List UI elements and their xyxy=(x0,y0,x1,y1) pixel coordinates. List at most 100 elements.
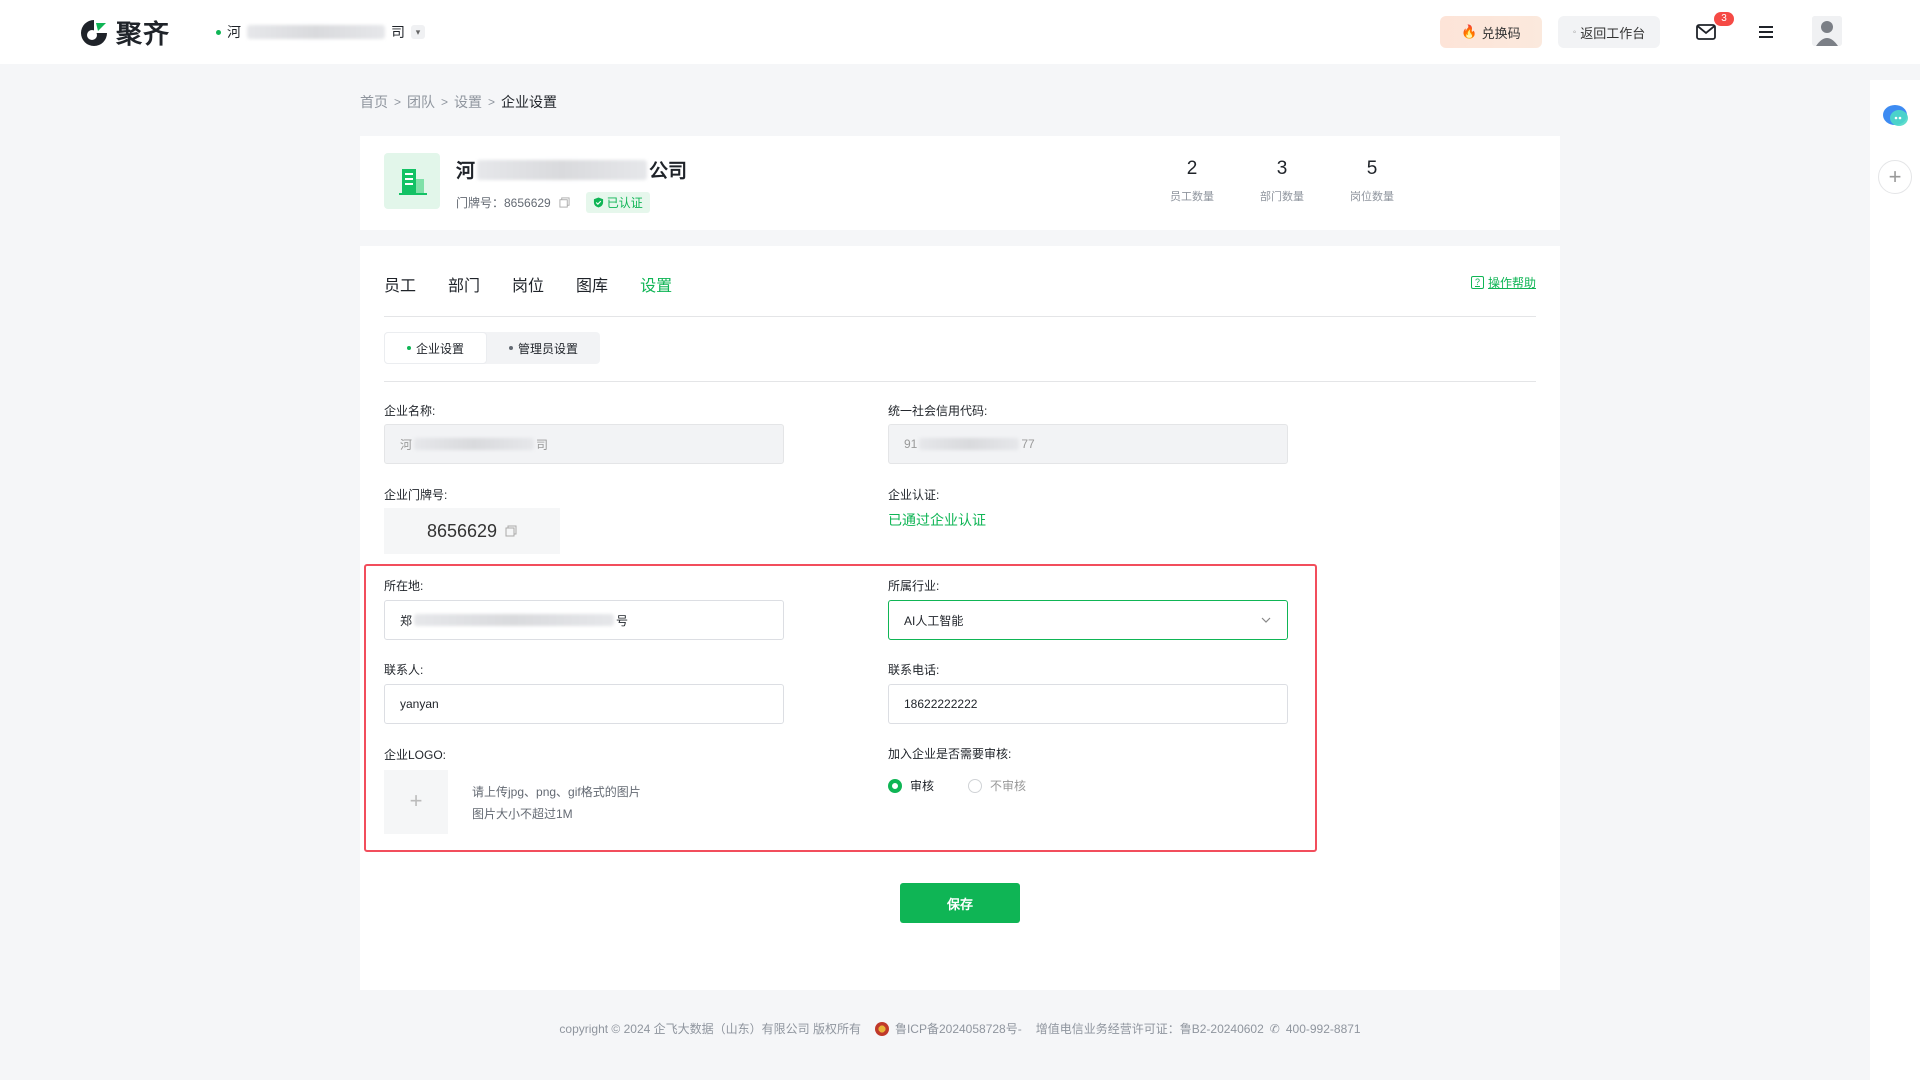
company-name-input[interactable]: 河 司 xyxy=(384,424,784,464)
stat-label: 员工数量 xyxy=(1170,191,1214,203)
avatar[interactable] xyxy=(1812,16,1842,46)
breadcrumb-current: 企业设置 xyxy=(501,94,558,110)
mail-icon[interactable] xyxy=(1694,20,1718,44)
breadcrumb-team[interactable]: 团队 xyxy=(407,92,435,112)
logo-label: 企业LOGO: xyxy=(384,748,447,762)
chevron-right-icon: > xyxy=(394,95,402,109)
credit-code-input[interactable]: 91 77 xyxy=(888,424,1288,464)
contact-label: 联系人: xyxy=(384,663,424,677)
subtab-company-settings[interactable]: 企业设置 xyxy=(384,332,488,364)
tab-employees[interactable]: 员工 xyxy=(384,272,416,296)
tab-departments[interactable]: 部门 xyxy=(448,272,480,296)
review-radio-group: 审核 不审核 xyxy=(888,777,1026,794)
sub-tabs: 企业设置 管理员设置 xyxy=(384,332,601,364)
company-switch-suffix: 司 xyxy=(391,24,405,40)
tab-settings[interactable]: 设置 xyxy=(640,272,672,296)
tab-gallery[interactable]: 图库 xyxy=(576,272,608,296)
company-name: 河 公司 xyxy=(456,156,687,183)
radio-label: 审核 xyxy=(910,779,935,793)
radio-checked-icon xyxy=(888,778,902,793)
industry-value: AI人工智能 xyxy=(904,613,964,628)
company-name-suffix: 公司 xyxy=(649,161,688,182)
footer-copyright: copyright © 2024 企飞大数据（山东）有限公司 版权所有 xyxy=(559,1022,861,1036)
company-card: 河 公司 门牌号：8656629 已认证 2 员工数量 3 部门数量 5 岗位数… xyxy=(360,136,1560,230)
logo-upload-button[interactable]: + xyxy=(384,770,448,834)
right-rail: + xyxy=(1870,80,1920,1080)
caret-down-icon[interactable]: ▾ xyxy=(411,25,425,39)
settings-panel: 员工 部门 岗位 图库 设置 ? 操作帮助 企业设置 管理员设置 企业名称: 河… xyxy=(360,246,1560,990)
location-suffix: 号 xyxy=(616,613,629,628)
verified-label: 已认证 xyxy=(606,196,643,210)
exchange-code-label: 兑换码 xyxy=(1481,25,1521,41)
status-dot xyxy=(216,29,221,35)
menu-icon[interactable] xyxy=(1756,22,1776,42)
return-workbench-label: 返回工作台 xyxy=(1580,25,1646,41)
main-tabs: 员工 部门 岗位 图库 设置 xyxy=(384,272,672,296)
exchange-code-button[interactable]: 🔥 兑换码 xyxy=(1440,16,1542,48)
company-switcher[interactable]: 河 司 ▾ xyxy=(216,22,425,42)
breadcrumb-settings[interactable]: 设置 xyxy=(454,92,482,112)
masked-text xyxy=(477,159,648,180)
return-icon: ◦ xyxy=(1572,26,1577,38)
logo-text: 聚齐 xyxy=(116,20,171,50)
doorplate-value: 8656629 xyxy=(426,520,498,541)
chevron-right-icon: > xyxy=(441,95,449,109)
phone-input[interactable]: 18622222222 xyxy=(888,684,1288,724)
stat-label: 岗位数量 xyxy=(1350,191,1394,203)
breadcrumb-home[interactable]: 首页 xyxy=(360,92,388,112)
doorplate-label: 企业门牌号: xyxy=(384,488,448,502)
stat-value: 3 xyxy=(1276,158,1288,179)
plus-icon: + xyxy=(409,788,423,813)
chat-icon[interactable] xyxy=(1882,104,1910,128)
footer-phone: 400-992-8871 xyxy=(1285,1021,1361,1036)
footer: copyright © 2024 企飞大数据（山东）有限公司 版权所有 鲁ICP… xyxy=(0,1020,1920,1037)
review-no-radio[interactable]: 不审核 xyxy=(968,777,1026,794)
mail-badge: 3 xyxy=(1714,12,1734,26)
contact-input[interactable]: yanyan xyxy=(384,684,784,724)
help-link[interactable]: ? 操作帮助 xyxy=(1470,274,1536,291)
masked-text xyxy=(414,438,535,450)
footer-icp[interactable]: 鲁ICP备2024058728号- xyxy=(895,1020,1022,1037)
add-icon[interactable]: + xyxy=(1878,160,1912,194)
masked-text xyxy=(247,25,385,39)
chevron-right-icon: > xyxy=(488,95,496,109)
tab-positions[interactable]: 岗位 xyxy=(512,272,544,296)
upload-tip-size: 图片大小不超过1M xyxy=(472,807,573,821)
divider xyxy=(384,316,1536,317)
save-button[interactable]: 保存 xyxy=(900,883,1020,923)
location-label: 所在地: xyxy=(384,579,424,593)
review-label: 加入企业是否需要审核: xyxy=(888,747,1012,761)
stat-positions: 5 岗位数量 xyxy=(1337,158,1407,204)
industry-select[interactable]: AI人工智能 xyxy=(888,600,1288,640)
copy-icon[interactable] xyxy=(505,525,517,537)
return-workbench-button[interactable]: ◦ 返回工作台 xyxy=(1558,16,1660,48)
company-name-value-prefix: 河 xyxy=(400,437,413,452)
radio-unchecked-icon xyxy=(968,778,983,793)
help-label: 操作帮助 xyxy=(1487,276,1536,290)
subtab-admin-settings[interactable]: 管理员设置 xyxy=(487,332,600,364)
logo-icon xyxy=(81,19,107,46)
subtab-label: 企业设置 xyxy=(416,341,465,356)
fire-icon: 🔥 xyxy=(1461,24,1478,39)
location-input[interactable]: 郑 号 xyxy=(384,600,784,640)
subtab-label: 管理员设置 xyxy=(518,341,579,356)
top-bar: 聚齐 河 司 ▾ 🔥 兑换码 ◦ 返回工作台 3 xyxy=(0,0,1920,64)
footer-license: 增值电信业务经营许可证：鲁B2-20240602 xyxy=(1035,1022,1264,1036)
location-prefix: 郑 xyxy=(400,613,413,628)
copy-icon[interactable] xyxy=(559,197,570,208)
stat-value: 5 xyxy=(1366,158,1378,179)
company-switch-prefix: 河 xyxy=(227,24,241,40)
contact-value: yanyan xyxy=(400,697,439,711)
phone-label: 联系电话: xyxy=(888,663,940,677)
stat-label: 部门数量 xyxy=(1260,191,1304,203)
verified-badge: 已认证 xyxy=(585,192,650,213)
logo[interactable]: 聚齐 xyxy=(78,14,170,51)
masked-text xyxy=(414,614,615,626)
review-yes-radio[interactable]: 审核 xyxy=(888,777,934,794)
building-icon xyxy=(384,153,440,209)
shield-check-icon xyxy=(593,197,603,208)
company-name-label: 企业名称: xyxy=(384,404,436,418)
breadcrumb: 首页 > 团队 > 设置 > 企业设置 xyxy=(360,92,557,112)
stat-value: 2 xyxy=(1186,158,1198,179)
radio-label: 不审核 xyxy=(990,779,1027,793)
